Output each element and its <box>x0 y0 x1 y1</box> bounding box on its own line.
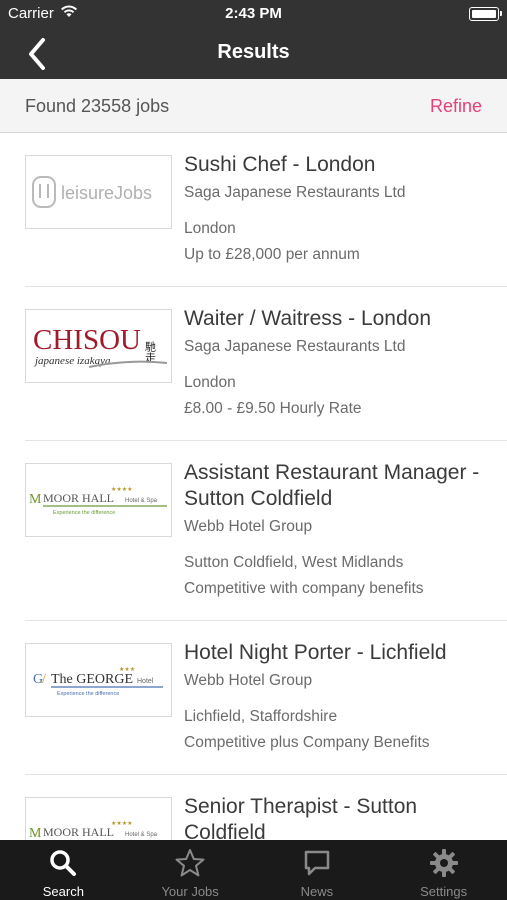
job-salary: Competitive plus Company Benefits <box>184 734 430 751</box>
job-title: Senior Therapist - Sutton Coldfield <box>184 795 418 840</box>
svg-text:★★★★: ★★★★ <box>111 820 133 827</box>
company-logo-moor-hall: M / MOOR HALL Hotel & Spa ★★★★ <box>25 797 172 840</box>
back-button[interactable] <box>20 37 54 71</box>
job-details: Sushi Chef - London Saga Japanese Restau… <box>184 152 487 264</box>
job-title: Waiter / Waitress - London <box>184 307 432 330</box>
job-list-item[interactable]: G / The GEORGE Hotel ★★★ Experience the … <box>25 621 507 775</box>
job-location: London <box>184 374 236 391</box>
search-icon <box>49 848 77 878</box>
refine-button[interactable]: Refine <box>430 96 482 117</box>
job-results-list[interactable]: leisureJobs Sushi Chef - London Saga Jap… <box>0 133 507 840</box>
navigation-bar: Results <box>0 28 507 79</box>
job-location: Sutton Coldfield, West Midlands <box>184 554 404 571</box>
job-title: Assistant Restaurant Manager - Sutton Co… <box>184 461 480 510</box>
job-company: Saga Japanese Restaurants Ltd <box>184 184 406 201</box>
tab-your-jobs[interactable]: Your Jobs <box>127 840 254 900</box>
tab-label: Your Jobs <box>161 884 219 899</box>
svg-text:/: / <box>35 492 39 507</box>
job-company: Webb Hotel Group <box>184 672 313 689</box>
status-time: 2:43 PM <box>225 5 282 22</box>
job-company: Webb Hotel Group <box>184 518 313 535</box>
company-logo-leisurejobs: leisureJobs <box>25 155 172 229</box>
logo-text: leisureJobs <box>61 183 152 203</box>
company-logo-chisou: CHISOU 馳走 japanese izakaya <box>25 309 172 383</box>
svg-text:Hotel & Spa: Hotel & Spa <box>125 832 158 838</box>
tab-news[interactable]: News <box>254 840 381 900</box>
svg-text:CHISOU: CHISOU <box>33 324 141 356</box>
job-company: Saga Japanese Restaurants Ltd <box>184 338 406 355</box>
status-bar: Carrier 2:43 PM <box>0 0 507 28</box>
company-logo-the-george: G / The GEORGE Hotel ★★★ Experience the … <box>25 643 172 717</box>
job-list-item[interactable]: M / MOOR HALL Hotel & Spa ★★★★ Senior Th… <box>25 775 507 840</box>
gear-icon <box>429 848 459 878</box>
tab-settings[interactable]: Settings <box>380 840 507 900</box>
job-title: Sushi Chef - London <box>184 153 376 176</box>
results-summary-bar: Found 23558 jobs Refine <box>0 79 507 133</box>
job-title: Hotel Night Porter - Lichfield <box>184 641 447 664</box>
job-details: Waiter / Waitress - London Saga Japanese… <box>184 306 487 418</box>
company-logo-moor-hall: M / MOOR HALL Hotel & Spa ★★★★ Experienc… <box>25 463 172 537</box>
svg-text:Experience the difference: Experience the difference <box>53 510 115 516</box>
job-list-item[interactable]: leisureJobs Sushi Chef - London Saga Jap… <box>25 133 507 287</box>
job-list-item[interactable]: M / MOOR HALL Hotel & Spa ★★★★ Experienc… <box>25 441 507 621</box>
job-location: Lichfield, Staffordshire <box>184 708 338 725</box>
svg-text:馳走: 馳走 <box>143 340 156 363</box>
chat-bubble-icon <box>303 848 331 878</box>
svg-text:/: / <box>42 672 46 687</box>
svg-text:MOOR HALL: MOOR HALL <box>43 825 114 839</box>
job-details: Senior Therapist - Sutton Coldfield <box>184 794 487 840</box>
star-icon <box>175 848 205 878</box>
svg-text:★★★★: ★★★★ <box>111 486 133 493</box>
svg-text:Experience the difference: Experience the difference <box>57 691 119 697</box>
svg-text:Hotel: Hotel <box>137 678 154 685</box>
page-title: Results <box>217 41 290 63</box>
svg-text:/: / <box>35 826 39 840</box>
tab-bar: Search Your Jobs News Settings <box>0 840 507 900</box>
results-count: Found 23558 jobs <box>25 96 170 116</box>
svg-text:MOOR HALL: MOOR HALL <box>43 491 114 505</box>
svg-text:The GEORGE: The GEORGE <box>51 672 133 687</box>
tab-label: Search <box>42 884 84 899</box>
job-details: Assistant Restaurant Manager - Sutton Co… <box>184 460 487 598</box>
job-salary: £8.00 - £9.50 Hourly Rate <box>184 400 362 417</box>
tab-search[interactable]: Search <box>0 840 127 900</box>
job-details: Hotel Night Porter - Lichfield Webb Hote… <box>184 640 487 752</box>
job-salary: Competitive with company benefits <box>184 580 424 597</box>
job-list-item[interactable]: CHISOU 馳走 japanese izakaya Waiter / Wait… <box>25 287 507 441</box>
tab-label: News <box>300 884 334 899</box>
battery-icon <box>469 7 502 21</box>
svg-text:Hotel & Spa: Hotel & Spa <box>125 498 158 504</box>
svg-text:★★★: ★★★ <box>119 666 135 673</box>
job-location: London <box>184 220 236 237</box>
chevron-left-icon <box>29 38 45 70</box>
tab-label: Settings <box>420 884 468 899</box>
job-salary: Up to £28,000 per annum <box>184 246 360 263</box>
